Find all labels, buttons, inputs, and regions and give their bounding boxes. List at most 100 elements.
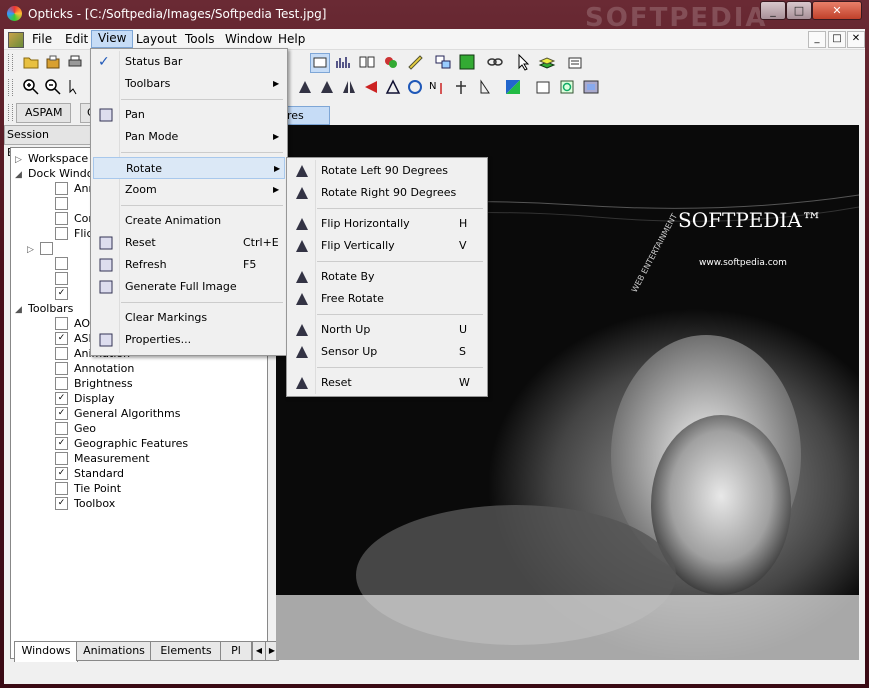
tree-checkbox[interactable]: ✓ [55, 436, 68, 450]
tree-checkbox[interactable]: ✓ [55, 331, 68, 345]
menu-tools[interactable]: Tools [179, 31, 221, 47]
tree-checkbox[interactable]: ✓ [55, 466, 68, 480]
rotate-left-toolbar-icon[interactable] [296, 78, 314, 96]
histogram-icon[interactable] [334, 53, 352, 71]
tree-item[interactable]: ✓ [55, 286, 74, 301]
menu-item-rotate-by[interactable]: Rotate By [289, 266, 485, 288]
open-folder-icon[interactable] [22, 53, 40, 71]
image-props-icon[interactable] [534, 78, 552, 96]
mdi-restore-button[interactable]: □ [828, 31, 846, 48]
tab-scroll-left-button[interactable]: ◀ [252, 641, 266, 661]
mdi-minimize-button[interactable]: _ [808, 31, 826, 48]
menu-layout[interactable]: Layout [130, 31, 183, 47]
aspam-button[interactable]: ASPAM [16, 103, 72, 123]
tree-checkbox[interactable]: ✓ [55, 391, 68, 405]
flip-horizontal-toolbar-icon[interactable] [340, 78, 358, 96]
menu-file[interactable]: File [26, 31, 58, 47]
tab-plots[interactable]: Pl [220, 641, 252, 661]
menu-item-toolbars[interactable]: Toolbars ▶ [93, 73, 285, 95]
menu-item-reset[interactable]: Reset W [289, 372, 485, 394]
tab-animations[interactable]: Animations [76, 641, 152, 661]
mdi-close-button[interactable]: ✕ [847, 31, 865, 48]
zoom-pointer-icon[interactable] [66, 78, 84, 96]
tree-checkbox[interactable]: ✓ [55, 286, 68, 300]
menu-item-properties[interactable]: Properties... [93, 329, 285, 351]
minimize-button[interactable]: _ [760, 1, 786, 20]
menu-item-flip-horizontally[interactable]: Flip Horizontally H [289, 213, 485, 235]
document-icon[interactable] [8, 32, 24, 48]
toolbar-grip[interactable] [8, 104, 13, 121]
rotate-right-toolbar-icon[interactable] [318, 78, 336, 96]
tree-item[interactable]: ✓ Display [55, 391, 115, 406]
menu-item-flip-vertically[interactable]: Flip Vertically V [289, 235, 485, 257]
menu-item-sensor-up[interactable]: Sensor Up S [289, 341, 485, 363]
maximize-button[interactable]: □ [786, 1, 812, 20]
display-icon[interactable] [310, 53, 330, 73]
menu-item-create-animation[interactable]: Create Animation [93, 210, 285, 232]
free-rotate-toolbar-icon[interactable] [406, 78, 424, 96]
close-button[interactable]: ✕ [812, 1, 862, 20]
refresh-toolbar-icon[interactable] [558, 78, 576, 96]
tab-windows[interactable]: Windows [14, 641, 78, 662]
pointer-icon[interactable] [514, 53, 532, 71]
menu-item-reset[interactable]: Reset Ctrl+E [93, 232, 285, 254]
flip-vertical-toolbar-icon[interactable] [362, 78, 380, 96]
rotate-by-toolbar-icon[interactable] [384, 78, 402, 96]
book-icon[interactable] [358, 53, 376, 71]
reset-toolbar-icon[interactable] [476, 78, 494, 96]
menu-edit[interactable]: Edit [59, 31, 94, 47]
properties-toolbar-icon[interactable] [566, 53, 584, 71]
expand-arrow-icon[interactable]: ▷ [27, 243, 36, 258]
tree-checkbox[interactable] [55, 376, 68, 390]
export-icon[interactable] [458, 53, 476, 71]
expand-arrow-icon[interactable]: ◢ [15, 303, 24, 318]
menu-item-generate-full-image[interactable]: Generate Full Image [93, 276, 285, 298]
toolbar-grip[interactable] [8, 54, 13, 71]
tree-item[interactable]: ▷ [27, 241, 59, 256]
menu-item-rotate-left-90-degrees[interactable]: Rotate Left 90 Degrees [289, 160, 485, 182]
tree-item[interactable] [55, 256, 74, 271]
zoom-out-icon[interactable] [44, 78, 62, 96]
menu-item-rotate-right-90-degrees[interactable]: Rotate Right 90 Degrees [289, 182, 485, 204]
tree-checkbox[interactable] [55, 256, 68, 270]
tree-item[interactable]: ◢ Toolbars [15, 301, 73, 316]
tree-checkbox[interactable]: ✓ [55, 496, 68, 510]
tree-item[interactable]: Tie Point [55, 481, 121, 496]
menu-item-rotate[interactable]: Rotate ▶ [93, 157, 285, 179]
title-bar[interactable]: Opticks - [C:/Softpedia/Images/Softpedia… [0, 0, 869, 33]
tree-checkbox[interactable] [55, 421, 68, 435]
tab-elements[interactable]: Elements [150, 641, 222, 661]
layer-stack-icon[interactable] [538, 53, 556, 71]
tree-item[interactable]: Annotation [55, 361, 134, 376]
tree-item[interactable]: ◢ Dock Windo [15, 166, 94, 181]
tree-item[interactable]: ✓ General Algorithms [55, 406, 180, 421]
full-image-toolbar-icon[interactable] [582, 78, 600, 96]
tree-item[interactable] [55, 196, 74, 211]
tree-item[interactable]: Measurement [55, 451, 150, 466]
tree-item[interactable]: Brightness [55, 376, 133, 391]
menu-item-status-bar[interactable]: ✓ Status Bar [93, 51, 285, 73]
tree-checkbox[interactable] [55, 226, 68, 240]
window-tile-icon[interactable] [434, 53, 452, 71]
menu-item-free-rotate[interactable]: Free Rotate [289, 288, 485, 310]
link-icon[interactable] [486, 53, 504, 71]
sensor-up-toolbar-icon[interactable] [452, 78, 470, 96]
tree-checkbox[interactable] [55, 196, 68, 210]
tree-checkbox[interactable] [55, 361, 68, 375]
menu-view[interactable]: View [91, 30, 134, 48]
toolbar-grip[interactable] [8, 79, 13, 96]
menu-window[interactable]: Window [219, 31, 278, 47]
zoom-in-icon[interactable] [22, 78, 40, 96]
tree-item[interactable]: Geo [55, 421, 96, 436]
tree-checkbox[interactable] [55, 481, 68, 495]
ruler-icon[interactable] [406, 53, 424, 71]
print-icon[interactable] [66, 53, 84, 71]
tree-item[interactable]: ✓ Toolbox [55, 496, 115, 511]
menu-item-refresh[interactable]: Refresh F5 [93, 254, 285, 276]
tree-checkbox[interactable] [55, 211, 68, 225]
north-up-toolbar-icon[interactable]: N [428, 78, 446, 96]
tree-item[interactable]: ✓ Geographic Features [55, 436, 188, 451]
menu-item-pan[interactable]: Pan [93, 104, 285, 126]
tree-checkbox[interactable] [55, 346, 68, 360]
open-file-icon[interactable] [44, 53, 62, 71]
